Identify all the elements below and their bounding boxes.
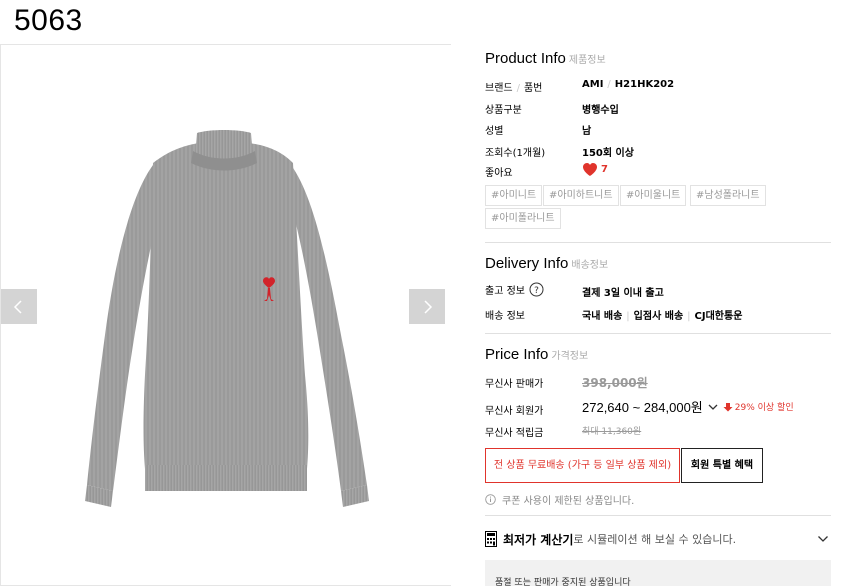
info-icon xyxy=(485,494,496,505)
soldout-notice-box: 품절 또는 판매가 중지된 상품입니다 xyxy=(485,560,831,586)
chevron-left-icon xyxy=(13,299,22,314)
delivery-vendor: 입점사 배송 xyxy=(633,311,684,322)
views-label: 조회수(1개월) xyxy=(485,148,546,159)
product-type-label: 상품구분 xyxy=(485,105,522,116)
product-info-heading: Product Info 제품정보 xyxy=(485,48,606,67)
product-type-value: 병행수입 xyxy=(582,105,619,116)
tag-chip[interactable]: #아미폴라니트 xyxy=(485,208,561,229)
price-calculator-toggle[interactable]: 최저가 계산기 로 시뮬레이션 해 보실 수 있습니다. xyxy=(485,528,831,550)
member-price-value: 272,640 ~ 284,000원 xyxy=(582,400,703,415)
points-label: 무신사 적립금 xyxy=(485,428,544,439)
like-button[interactable]: 7 xyxy=(582,162,608,177)
free-shipping-button[interactable]: 전 상품 무료배송 (가구 등 일부 상품 제외) xyxy=(485,448,680,483)
help-icon[interactable]: ? xyxy=(529,282,544,297)
tag-chip[interactable]: #남성폴라니트 xyxy=(690,185,766,206)
brand-value[interactable]: AMI xyxy=(582,79,603,90)
member-price-label: 무신사 회원가 xyxy=(485,406,544,417)
coupon-notice-text: 쿠폰 사용이 제한된 상품입니다. xyxy=(502,496,635,507)
sale-price-value: 398,000원 xyxy=(582,376,648,390)
product-info-title: Product Info xyxy=(485,50,566,67)
section-divider xyxy=(485,515,831,516)
price-info-heading: Price Info 가격정보 xyxy=(485,344,588,363)
gender-value: 남 xyxy=(582,126,592,137)
style-number-value: H21HK202 xyxy=(614,79,675,90)
tag-chip[interactable]: #아미니트 xyxy=(485,185,543,206)
calculator-icon xyxy=(485,531,497,547)
tag-chip[interactable]: #아미하트니트 xyxy=(543,185,619,206)
shipping-value: 결제 3일 이내 출고 xyxy=(582,288,664,299)
style-number-label: 품번 xyxy=(523,83,543,94)
tag-chip[interactable]: #아미울니트 xyxy=(620,185,687,206)
likes-label: 좋아요 xyxy=(485,168,513,179)
arrow-down-icon xyxy=(723,402,733,411)
coupon-notice: 쿠폰 사용이 제한된 상품입니다. xyxy=(485,492,634,507)
svg-text:?: ? xyxy=(534,286,539,296)
delivery-domestic: 국내 배송 xyxy=(582,311,623,322)
price-info-subtitle: 가격정보 xyxy=(551,351,589,362)
product-info-subtitle: 제품정보 xyxy=(568,55,606,66)
views-value: 150회 이상 xyxy=(582,148,634,159)
gender-label: 성별 xyxy=(485,126,504,137)
brand-label: 브랜드 xyxy=(485,83,513,94)
delivery-info-subtitle: 배송정보 xyxy=(571,260,609,271)
sale-price-label: 무신사 판매가 xyxy=(485,379,544,390)
chevron-down-icon[interactable] xyxy=(707,402,719,412)
delivery-info-heading: Delivery Info 배송정보 xyxy=(485,253,608,272)
page-code: 5063 xyxy=(14,4,83,37)
delivery-info-title: Delivery Info xyxy=(485,255,569,272)
member-benefit-button[interactable]: 회원 특별 혜택 xyxy=(681,448,763,483)
soldout-notice-text: 품절 또는 판매가 중지된 상품입니다 xyxy=(495,578,631,586)
calculator-description: 로 시뮬레이션 해 보실 수 있습니다. xyxy=(573,533,737,546)
product-image xyxy=(85,130,369,507)
chevron-down-icon xyxy=(818,536,828,542)
gallery-next-button[interactable] xyxy=(409,289,445,324)
chevron-right-icon xyxy=(424,299,433,314)
points-value: 최대 11,360원 xyxy=(582,427,642,437)
gallery-prev-button[interactable] xyxy=(1,289,37,324)
delivery-method-label: 배송 정보 xyxy=(485,311,525,322)
product-gallery xyxy=(0,44,451,586)
heart-icon xyxy=(583,163,597,176)
section-divider xyxy=(485,333,831,334)
section-divider xyxy=(485,242,831,243)
shipping-label: 출고 정보 xyxy=(485,286,525,297)
calculator-title: 최저가 계산기 xyxy=(503,532,574,547)
delivery-courier: CJ대한통운 xyxy=(694,311,743,322)
discount-rate: 29% 이상 할인 xyxy=(734,403,794,413)
price-info-title: Price Info xyxy=(485,346,549,363)
likes-count: 7 xyxy=(601,164,608,175)
